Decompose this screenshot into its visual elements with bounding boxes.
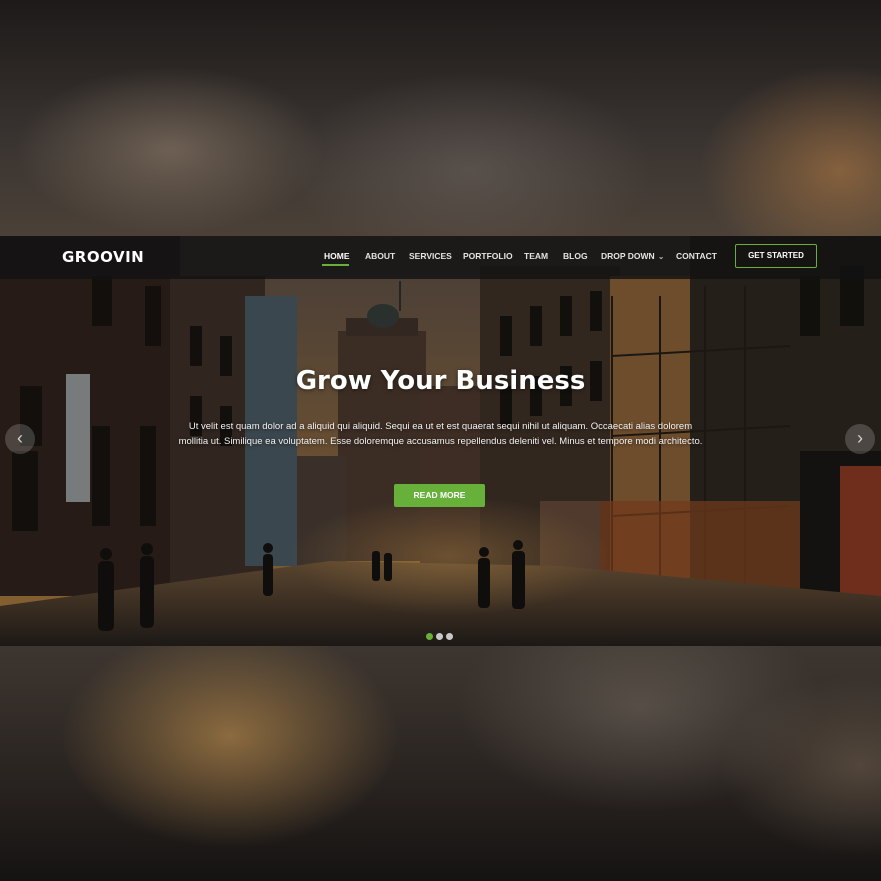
get-started-button[interactable]: GET STARTED xyxy=(735,244,817,268)
carousel-dot-2[interactable] xyxy=(436,633,443,640)
hero-section: GROOVIN HOME ABOUT SERVICES PORTFOLIO TE… xyxy=(0,236,881,646)
chevron-left-icon: ‹ xyxy=(17,428,23,448)
carousel-dot-3[interactable] xyxy=(446,633,453,640)
nav-item-team[interactable]: TEAM xyxy=(524,251,548,261)
carousel-next-button[interactable]: › xyxy=(845,424,875,454)
nav-item-blog[interactable]: BLOG xyxy=(563,251,588,261)
hero-title: Grow Your Business xyxy=(295,366,586,396)
nav-item-dropdown-label: DROP DOWN xyxy=(601,251,655,261)
nav-item-contact[interactable]: CONTACT xyxy=(676,251,717,261)
blurred-backdrop-top xyxy=(0,0,881,236)
chevron-right-icon: › xyxy=(857,428,863,448)
nav-item-services[interactable]: SERVICES xyxy=(409,251,452,261)
site-logo[interactable]: GROOVIN xyxy=(62,248,144,266)
nav-item-dropdown[interactable]: DROP DOWN ⌄ xyxy=(601,251,664,261)
nav-active-underline xyxy=(322,264,349,266)
site-header: GROOVIN HOME ABOUT SERVICES PORTFOLIO TE… xyxy=(0,236,881,279)
chevron-down-icon: ⌄ xyxy=(657,252,665,261)
nav-item-about[interactable]: ABOUT xyxy=(365,251,395,261)
read-more-button[interactable]: READ MORE xyxy=(394,484,485,507)
carousel-dot-1[interactable] xyxy=(426,633,433,640)
nav-item-home[interactable]: HOME xyxy=(324,251,350,261)
screenshot-stage: GROOVIN HOME ABOUT SERVICES PORTFOLIO TE… xyxy=(0,0,881,881)
carousel-prev-button[interactable]: ‹ xyxy=(5,424,35,454)
hero-description: Ut velit est quam dolor ad a aliquid qui… xyxy=(178,421,703,447)
nav-item-portfolio[interactable]: PORTFOLIO xyxy=(463,251,513,261)
blurred-backdrop-bottom xyxy=(0,646,881,881)
